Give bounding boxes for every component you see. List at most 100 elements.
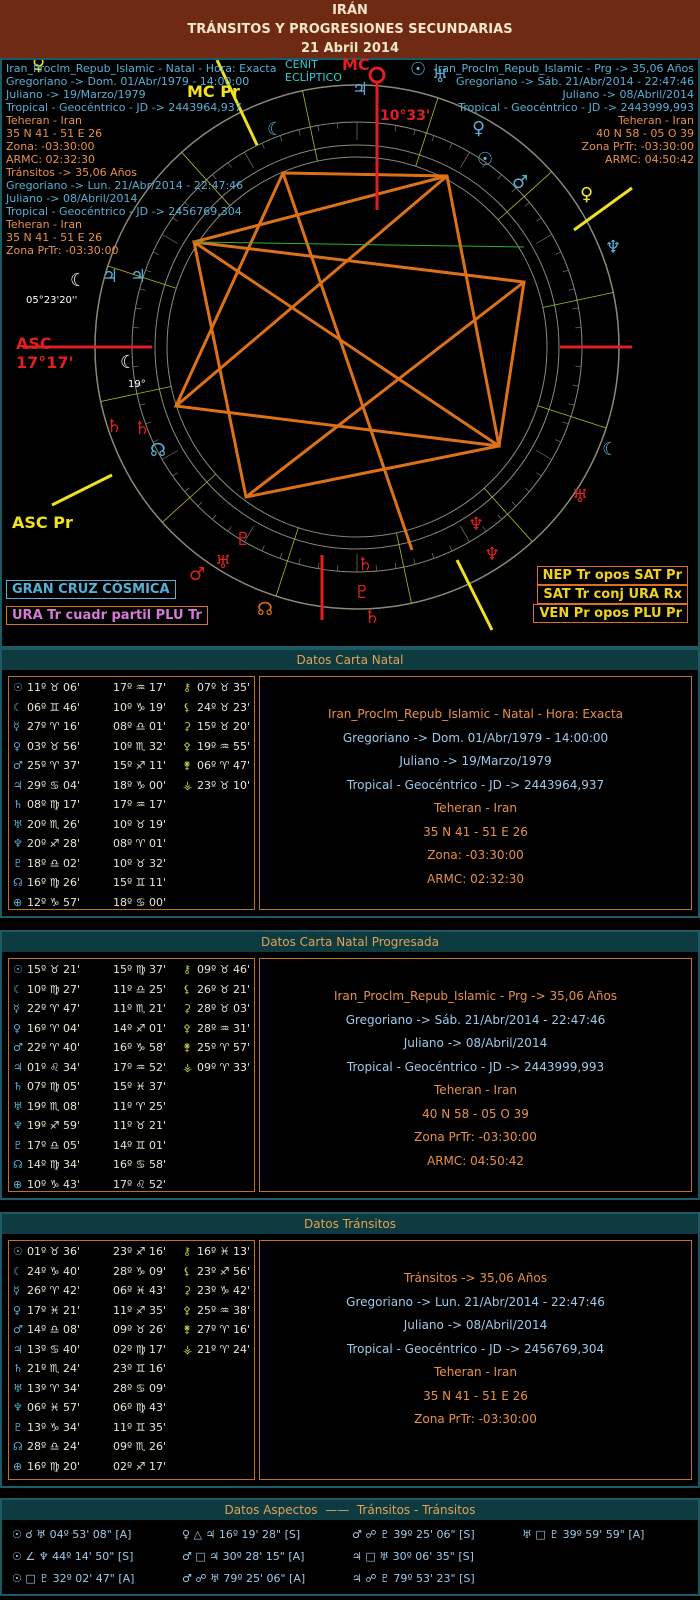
asteroid-position: 24º ♉ 23' bbox=[197, 700, 251, 714]
planet-glyph: ♂ bbox=[13, 1323, 23, 1336]
badge-nep-sat: NEP Tr opos SAT Pr bbox=[536, 566, 688, 585]
asc-label: ASC bbox=[16, 334, 52, 353]
planet-glyph: ☿ bbox=[13, 720, 20, 733]
degree-tick bbox=[172, 472, 178, 477]
degree-tick bbox=[184, 487, 190, 492]
house-cusp-position: 15º ♓ 37' bbox=[113, 1080, 167, 1093]
chart-info-line: Teheran - Iran bbox=[6, 218, 83, 231]
planet-glyph: ♃ bbox=[352, 79, 368, 100]
planet-glyph: ☾ bbox=[13, 700, 23, 714]
aspect-entry: ☉ □ ♇ 32º 02' 47" [A] bbox=[12, 1572, 135, 1585]
info-line: Tropical - Geocéntrico - JD -> 2456769,3… bbox=[346, 1341, 605, 1356]
mc-label: MC bbox=[342, 55, 370, 74]
planet-position: 18º ♎ 02' bbox=[27, 856, 81, 870]
planet-glyph: ☿ bbox=[13, 1002, 20, 1015]
natal-section: Datos Carta Natal ☉ 11º ♉ 06' 17º ♒ 17' ⚷ 07… bbox=[0, 648, 700, 918]
planet-glyph: ♂ bbox=[189, 564, 205, 585]
transitos-positions: ☉ 01º ♉ 36' 23º ♐ 16' ⚷ 16º ♓ 13' ☾ 24º ♑ 40' 2… bbox=[8, 1240, 255, 1480]
degree-tick bbox=[394, 562, 397, 569]
planet-glyph: ♃ bbox=[130, 266, 146, 287]
house-cusp-position: 14º ♐ 01' bbox=[113, 1021, 167, 1035]
asteroid-position: 06º ♈ 47' bbox=[197, 759, 251, 772]
degree-tick bbox=[524, 202, 530, 207]
asteroid-glyph: ⚶ bbox=[183, 1342, 193, 1356]
degree-tick bbox=[375, 565, 377, 572]
planet-position: 06º ♓ 57' bbox=[27, 1401, 81, 1414]
degree-tick bbox=[497, 174, 502, 180]
asteroid-position: 27º ♈ 16' bbox=[197, 1323, 251, 1336]
chart-info-line: Tránsitos -> 35,06 Años bbox=[6, 166, 138, 179]
asteroid-glyph: ⚳ bbox=[183, 720, 192, 733]
house-cusp-position: 15º ♐ 11' bbox=[113, 759, 167, 772]
aspect-list: ☉ ☌ ♅ 04º 53' 08" [A] ♀ △ ♃ 16º 19' 28" [… bbox=[12, 1528, 692, 1590]
planet-glyph: ♆ bbox=[13, 1119, 23, 1132]
asteroid-glyph: ⚶ bbox=[183, 778, 193, 792]
planet-glyph: ☉ bbox=[410, 60, 426, 80]
house-cusp-position: 10º ♉ 19' bbox=[113, 817, 167, 831]
degree-tick bbox=[337, 122, 339, 129]
degree-tick bbox=[497, 514, 502, 520]
degree-tick bbox=[555, 439, 562, 443]
chart-info-line: ARMC: 02:32:30 bbox=[6, 153, 95, 166]
badge-sat-ura: SAT Tr conj URA Rx bbox=[537, 585, 688, 604]
degree-tick bbox=[413, 129, 416, 136]
progresada-info: Iran_Proclm_Repub_Islamic - Prg -> 35,06… bbox=[259, 958, 692, 1192]
planet-glyph: ⊕ bbox=[13, 895, 23, 909]
house-cusp-position: 14º ♊ 01' bbox=[113, 1138, 167, 1152]
degree-tick bbox=[572, 384, 579, 387]
info-line: Tropical - Geocéntrico - JD -> 2443964,9… bbox=[346, 777, 605, 792]
asc-pr-label: ASC Pr bbox=[12, 513, 73, 532]
asteroid-glyph: ⚷ bbox=[183, 681, 192, 694]
house-cusp-position: 17º ♒ 17' bbox=[113, 681, 167, 694]
degree-tick bbox=[568, 403, 575, 406]
planet-position: 14º ♍ 34' bbox=[27, 1158, 81, 1171]
asteroid-position: 25º ♒ 38' bbox=[197, 1303, 251, 1317]
planet-position: 17º ♓ 21' bbox=[27, 1303, 81, 1317]
house-cusp-position: 16º ♑ 58' bbox=[113, 1041, 167, 1054]
asteroid-position: 25º ♈ 57' bbox=[197, 1041, 251, 1054]
planet-glyph: ☉ bbox=[13, 963, 23, 976]
chart-info-line: Iran_Proclm_Repub_Islamic - Prg -> 35,06… bbox=[434, 62, 694, 75]
info-line: Tropical - Geocéntrico - JD -> 2443999,9… bbox=[346, 1059, 605, 1074]
asteroid-glyph: ⚳ bbox=[183, 1284, 192, 1297]
chart-info-line: 35 N 41 - 51 E 26 bbox=[6, 127, 103, 140]
planet-glyph: ♂ bbox=[512, 172, 528, 193]
planet-position: 13º ♈ 34' bbox=[27, 1381, 81, 1395]
house-cusp-position: 15º ♍ 37' bbox=[113, 963, 167, 976]
house-cusp bbox=[275, 527, 299, 597]
degree-tick bbox=[197, 501, 203, 507]
planet-glyph: ♀ bbox=[13, 739, 22, 753]
planet-position: 26º ♈ 42' bbox=[27, 1284, 81, 1297]
aspect-entry: ♃ □ ♅ 30º 06' 35" [S] bbox=[352, 1550, 474, 1563]
planet-glyph: ♇ bbox=[354, 582, 370, 603]
planet-position: 29º ♋ 04' bbox=[27, 778, 81, 792]
aspect-entry: ♂ □ ♃ 30º 28' 15" [A] bbox=[182, 1550, 305, 1563]
transitos-info: Tránsitos -> 35,06 Años Gregoriano -> Lun… bbox=[259, 1240, 692, 1480]
asteroid-position: 26º ♉ 21' bbox=[197, 982, 251, 996]
degree-tick bbox=[511, 501, 517, 507]
planet-position: 24º ♑ 40' bbox=[27, 1264, 81, 1278]
house-cusp-position: 06º ♓ 43' bbox=[113, 1284, 167, 1297]
mc-pr-label: MC Pr bbox=[187, 82, 240, 101]
asteroid-glyph: ⚴ bbox=[183, 1021, 192, 1035]
chart-info-line: 40 N 58 - 05 O 39 bbox=[596, 127, 694, 140]
badge-gran-cruz: GRAN CRUZ CÓSMICA bbox=[6, 580, 176, 599]
house-cusp-position: 11º ♏ 21' bbox=[113, 1002, 167, 1015]
planet-position: 11º ♉ 06' bbox=[27, 681, 81, 694]
degree-tick bbox=[572, 307, 579, 310]
planet-glyph: ♃ bbox=[13, 1342, 23, 1356]
planet-glyph: ♄ bbox=[364, 607, 380, 628]
degree-tick bbox=[562, 421, 569, 425]
degree-tick bbox=[261, 545, 265, 552]
planet-glyph: ☾ bbox=[602, 439, 618, 460]
main-title: TRÁNSITOS Y PROGRESIONES SECUNDARIAS bbox=[187, 22, 513, 37]
transitos-section: Datos Tránsitos ☉ 01º ♉ 36' 23º ♐ 16' ⚷ 16º … bbox=[0, 1212, 700, 1488]
info-line: Juliano -> 08/Abril/2014 bbox=[403, 1318, 548, 1332]
chart-info-line: 35 N 41 - 51 E 26 bbox=[6, 231, 103, 244]
house-cusp-position: 02º ♍ 17' bbox=[113, 1342, 167, 1356]
planet-glyph: ♇ bbox=[13, 1420, 23, 1434]
planet-glyph: ☊ bbox=[257, 599, 273, 620]
asteroid-position: 28º ♒ 31' bbox=[197, 1021, 251, 1035]
info-line: 35 N 41 - 51 E 26 bbox=[423, 824, 528, 839]
planet-position: 21º ♏ 24' bbox=[27, 1362, 81, 1375]
